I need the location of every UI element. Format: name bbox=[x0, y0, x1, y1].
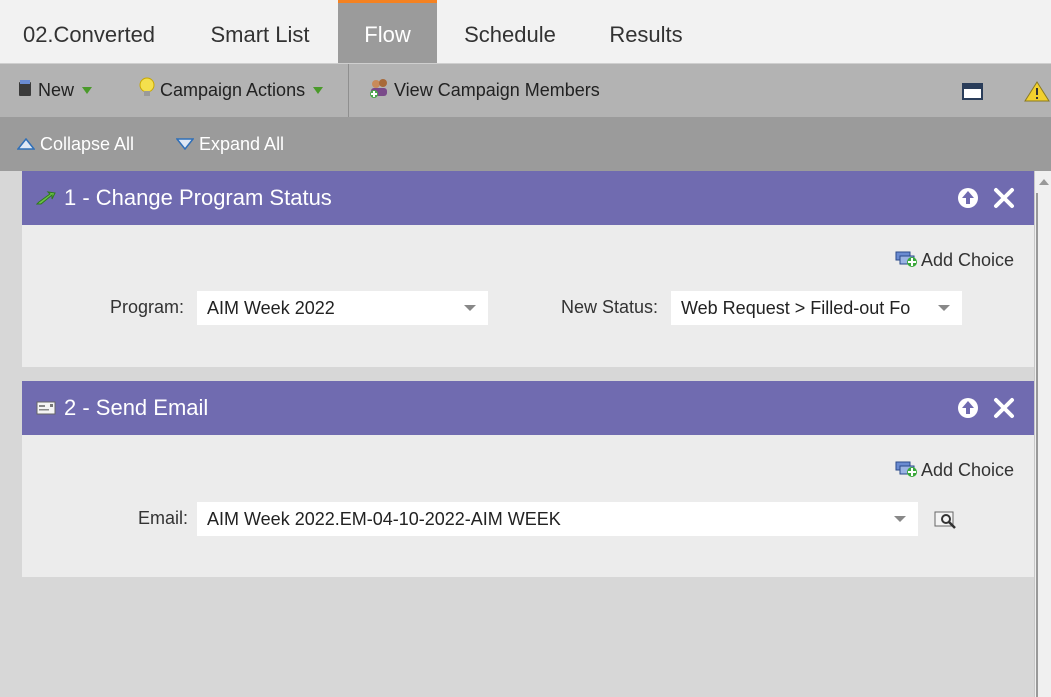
add-choice-button[interactable]: Add Choice bbox=[895, 457, 1014, 484]
arrow-up-right-icon bbox=[36, 190, 56, 206]
add-choice-button[interactable]: Add Choice bbox=[895, 247, 1014, 274]
chevron-down-icon bbox=[82, 87, 93, 94]
flow-step-title: 2 - Send Email bbox=[64, 395, 209, 420]
scroll-up-icon[interactable] bbox=[1039, 179, 1049, 185]
chevron-down-icon bbox=[894, 516, 906, 522]
chevron-down-icon bbox=[938, 305, 950, 311]
expand-all-label: Expand All bbox=[199, 133, 285, 154]
delete-icon[interactable] bbox=[992, 396, 1016, 420]
chevron-down-icon bbox=[313, 87, 324, 94]
move-up-icon[interactable] bbox=[956, 396, 980, 420]
add-choice-icon bbox=[895, 457, 919, 484]
flow-subbar: Collapse All Expand All bbox=[0, 117, 1051, 171]
program-value: AIM Week 2022 bbox=[207, 297, 335, 318]
expand-icon bbox=[175, 134, 195, 155]
new-status-select[interactable]: Web Request > Filled-out Fo bbox=[671, 291, 962, 325]
campaign-actions-label: Campaign Actions bbox=[160, 80, 306, 100]
toolbar-divider bbox=[348, 64, 349, 117]
flow-step-change-program-status: 1 - Change Program Status Add Choice Pro… bbox=[22, 171, 1034, 367]
lightbulb-icon bbox=[138, 77, 156, 104]
chevron-down-icon bbox=[464, 305, 476, 311]
vertical-scrollbar[interactable] bbox=[1034, 171, 1051, 697]
move-up-icon[interactable] bbox=[956, 186, 980, 210]
email-label: Email: bbox=[138, 508, 189, 528]
campaign-actions-button[interactable]: Campaign Actions bbox=[138, 64, 324, 117]
collapse-icon bbox=[16, 134, 36, 155]
tab-flow[interactable]: Flow bbox=[338, 0, 437, 63]
collapse-all-button[interactable]: Collapse All bbox=[16, 117, 135, 171]
scrollbar-thumb[interactable] bbox=[1036, 193, 1038, 697]
tab-smart-list[interactable]: Smart List bbox=[186, 0, 334, 63]
flow-step-send-email: 2 - Send Email Add Choice Email: AIM Wee… bbox=[22, 381, 1034, 577]
email-icon bbox=[36, 400, 56, 416]
tab-schedule[interactable]: Schedule bbox=[440, 0, 580, 63]
tab-bar: 02.Converted Smart List Flow Schedule Re… bbox=[0, 0, 1051, 63]
email-value: AIM Week 2022.EM-04-10-2022-AIM WEEK bbox=[207, 508, 561, 529]
view-campaign-members-label: View Campaign Members bbox=[394, 80, 600, 100]
add-choice-icon bbox=[895, 247, 919, 274]
program-label: Program: bbox=[110, 297, 185, 317]
add-choice-label: Add Choice bbox=[920, 460, 1014, 480]
new-document-icon bbox=[18, 79, 32, 102]
toolbar: New Campaign Actions View Campaign Membe… bbox=[0, 63, 1051, 117]
tab-program-name[interactable]: 02.Converted bbox=[0, 0, 178, 63]
members-icon bbox=[368, 77, 392, 104]
new-menu-label: New bbox=[38, 80, 75, 100]
preview-email-icon[interactable] bbox=[934, 510, 958, 535]
tab-results[interactable]: Results bbox=[585, 0, 707, 63]
new-menu-button[interactable]: New bbox=[18, 64, 93, 117]
add-choice-label: Add Choice bbox=[920, 250, 1014, 270]
new-status-label: New Status: bbox=[561, 297, 659, 317]
flow-step-title: 1 - Change Program Status bbox=[64, 185, 332, 210]
warning-icon[interactable] bbox=[1024, 64, 1050, 117]
new-status-value: Web Request > Filled-out Fo bbox=[681, 297, 911, 318]
email-select[interactable]: AIM Week 2022.EM-04-10-2022-AIM WEEK bbox=[197, 502, 918, 536]
delete-icon[interactable] bbox=[992, 186, 1016, 210]
program-select[interactable]: AIM Week 2022 bbox=[197, 291, 488, 325]
expand-all-button[interactable]: Expand All bbox=[175, 117, 285, 171]
window-icon[interactable] bbox=[962, 64, 984, 117]
collapse-all-label: Collapse All bbox=[40, 133, 135, 154]
view-campaign-members-button[interactable]: View Campaign Members bbox=[368, 64, 600, 117]
flow-step-header[interactable]: 2 - Send Email bbox=[22, 381, 1034, 435]
flow-step-header[interactable]: 1 - Change Program Status bbox=[22, 171, 1034, 225]
